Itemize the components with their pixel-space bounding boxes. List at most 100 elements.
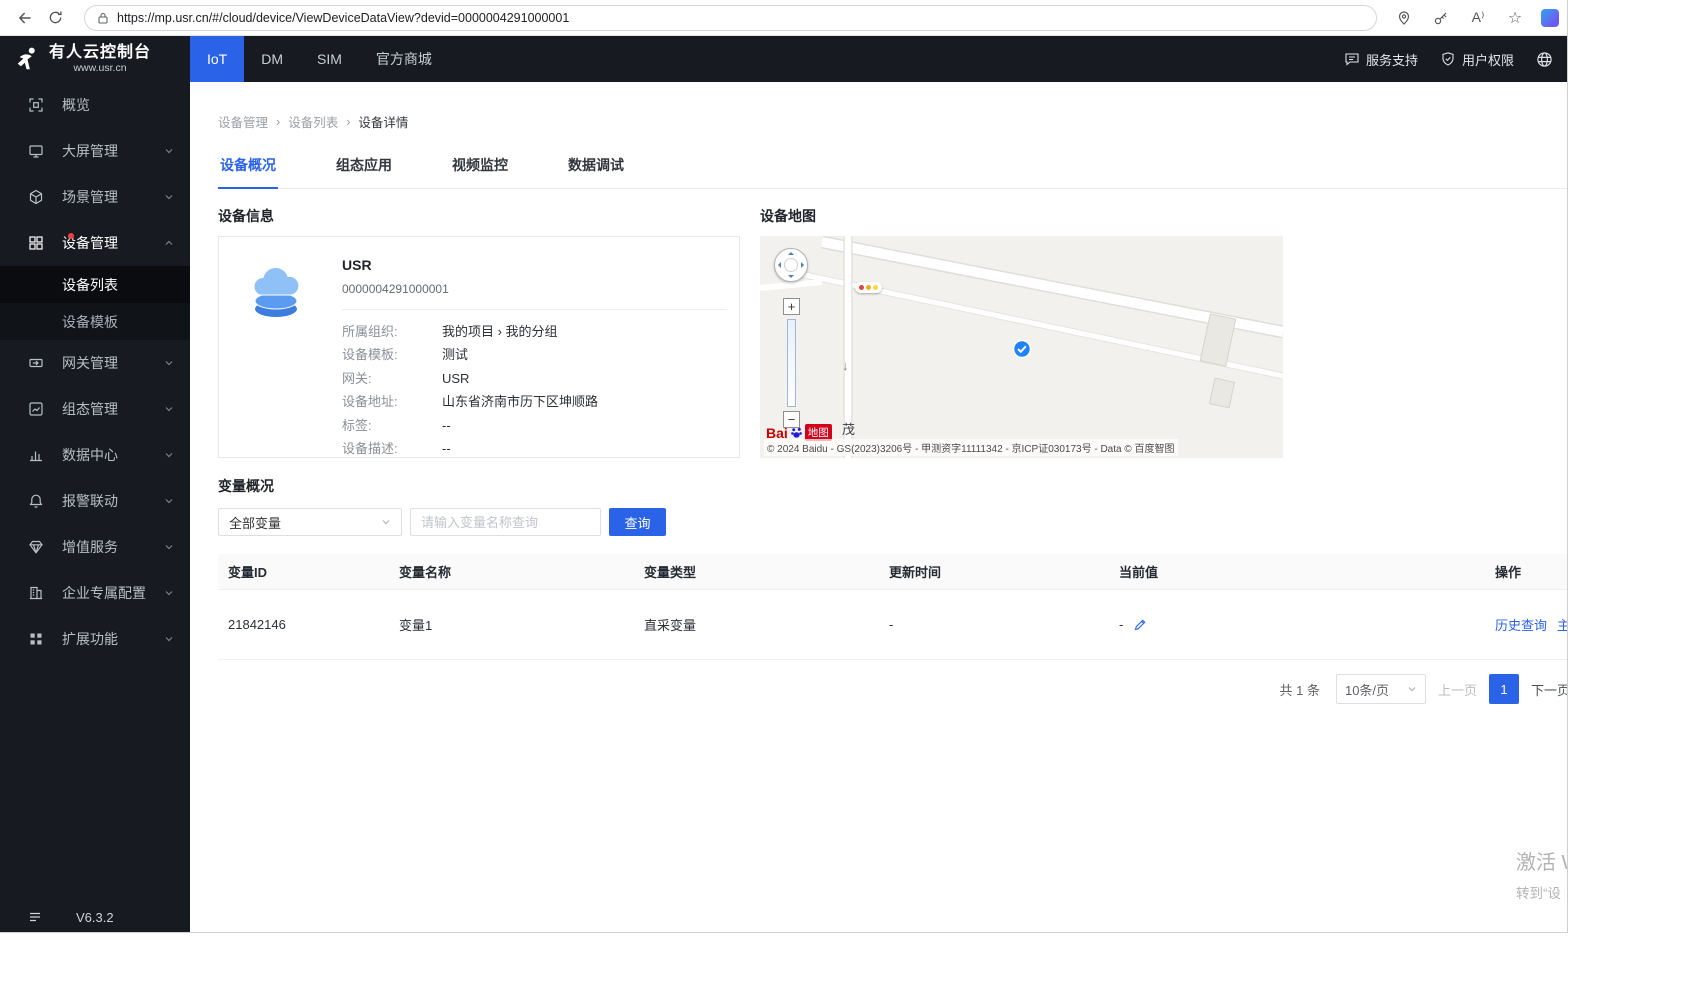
read-aloud-icon[interactable]: A⁾ xyxy=(1467,7,1489,29)
version-row: V6.3.2 xyxy=(0,903,190,931)
zoom-in-button[interactable]: + xyxy=(783,298,800,315)
breadcrumb-separator: › xyxy=(276,114,281,129)
cell-current-value: - xyxy=(1109,590,1485,659)
brand-title: 有人云控制台 xyxy=(49,44,152,61)
brand-logo[interactable]: 有人云控制台 www.usr.cn xyxy=(0,36,190,82)
active-report-link[interactable]: 主动上报 xyxy=(1557,615,1567,634)
prev-page-button[interactable]: 上一页 xyxy=(1438,680,1477,699)
copilot-icon[interactable] xyxy=(1541,8,1559,27)
device-location-marker[interactable] xyxy=(1012,339,1032,364)
sidebar-item-label: 大屏管理 xyxy=(62,143,118,159)
sidebar-item-overview[interactable]: 概览 xyxy=(0,82,190,128)
sidebar-item-enterprise-config[interactable]: 企业专属配置 xyxy=(0,570,190,616)
password-key-icon[interactable] xyxy=(1430,7,1452,29)
map-pan-control[interactable] xyxy=(774,248,808,282)
field-value: USR xyxy=(442,370,470,386)
sidebar-item-gateway-mgmt[interactable]: 网关管理 xyxy=(0,340,190,386)
sidebar-item-value-added[interactable]: 增值服务 xyxy=(0,524,190,570)
tab-data-debug[interactable]: 数据调试 xyxy=(566,155,626,188)
breadcrumb-separator: › xyxy=(346,114,351,129)
device-fields: 所属组织: 我的项目 › 我的分组 设备模板: 测试 网关: USR 设备地址: 山东省… xyxy=(342,310,727,460)
one-way-arrow-icon: ↓ xyxy=(842,358,849,373)
sidebar-item-device-mgmt[interactable]: 设备管理 xyxy=(0,220,190,266)
version-text: V6.3.2 xyxy=(76,909,114,925)
history-query-link[interactable]: 历史查询 xyxy=(1495,615,1547,634)
chevron-down-icon xyxy=(381,517,391,527)
field-value: -- xyxy=(442,417,451,433)
tab-device-overview[interactable]: 设备概况 xyxy=(218,155,278,189)
user-permission[interactable]: 用户权限 xyxy=(1440,50,1514,69)
notification-badge xyxy=(68,233,74,239)
sidebar-item-label: 数据中心 xyxy=(62,447,118,463)
tab-scada-app[interactable]: 组态应用 xyxy=(334,155,394,188)
page-size-select[interactable]: 10条/页 xyxy=(1335,674,1426,704)
sidebar: 概览 大屏管理 场景管理 设备管理 设备列表 设备模板 网关管理 组态管理 数据… xyxy=(0,82,190,932)
cell-actions: 历史查询 主动上报 xyxy=(1485,590,1567,659)
sidebar-item-label: 网关管理 xyxy=(62,355,118,371)
field-label: 所属组织: xyxy=(342,324,398,339)
overview-icon xyxy=(28,97,44,113)
query-button[interactable]: 查询 xyxy=(609,508,666,536)
top-nav-mall[interactable]: 官方商城 xyxy=(359,36,449,82)
sidebar-item-screen-mgmt[interactable]: 大屏管理 xyxy=(0,128,190,174)
extensions-grid-icon xyxy=(28,631,44,647)
variable-search-input[interactable] xyxy=(410,508,601,536)
col-current-value: 当前值 xyxy=(1119,565,1159,580)
language-globe-icon[interactable] xyxy=(1536,51,1553,68)
cell-variable-type: 直采变量 xyxy=(644,618,697,633)
sidebar-item-device-list[interactable]: 设备列表 xyxy=(0,266,190,303)
back-button[interactable] xyxy=(10,3,40,33)
device-mgmt-submenu: 设备列表 设备模板 xyxy=(0,266,190,340)
watermark-line1: 激活 W xyxy=(1516,852,1567,874)
sidebar-item-label: 场景管理 xyxy=(62,189,118,205)
field-label: 标签: xyxy=(342,417,372,433)
col-variable-id: 变量ID xyxy=(228,565,268,580)
location-icon[interactable] xyxy=(1393,7,1415,29)
next-page-button[interactable]: 下一页 xyxy=(1531,680,1567,699)
chevron-down-icon xyxy=(164,588,174,598)
variable-type-select[interactable]: 全部变量 xyxy=(218,508,402,536)
back-arrow-icon xyxy=(19,12,31,23)
edit-pencil-icon[interactable] xyxy=(1133,618,1147,632)
big-screen-icon xyxy=(28,143,44,159)
sidebar-item-label: 企业专属配置 xyxy=(62,585,146,601)
service-support[interactable]: 服务支持 xyxy=(1344,50,1418,69)
col-variable-type: 变量类型 xyxy=(644,565,697,580)
tab-video-monitor[interactable]: 视频监控 xyxy=(450,155,510,188)
top-nav-sim[interactable]: SIM xyxy=(300,36,359,82)
sidebar-item-scene-mgmt[interactable]: 场景管理 xyxy=(0,174,190,220)
field-value: 山东省济南市历下区坤顺路 xyxy=(442,394,599,410)
device-map[interactable]: + − ↓ Bai 地图 茂 © 2024 Baidu - GS(2023)32… xyxy=(760,236,1283,458)
chevron-down-icon xyxy=(164,358,174,368)
browser-window: https://mp.usr.cn/#/cloud/device/ViewDev… xyxy=(0,0,1568,933)
version-list-icon xyxy=(30,912,40,922)
table-header: 变量ID 变量名称 变量类型 更新时间 当前值 操作 xyxy=(218,554,1567,590)
page-number-1[interactable]: 1 xyxy=(1488,674,1519,704)
cell-variable-name: 变量1 xyxy=(399,618,433,633)
sidebar-item-label: 概览 xyxy=(62,97,90,113)
col-actions: 操作 xyxy=(1495,565,1522,580)
breadcrumb-device-mgmt[interactable]: 设备管理 xyxy=(218,112,268,131)
zoom-slider[interactable] xyxy=(787,319,796,407)
app-header: 有人云控制台 www.usr.cn IoT DM SIM 官方商城 服务支持 用… xyxy=(0,36,1567,82)
header-right: 服务支持 用户权限 xyxy=(1344,36,1567,82)
breadcrumb: 设备管理 › 设备列表 › 设备详情 xyxy=(218,112,1567,131)
map-copyright: © 2024 Baidu - GS(2023)3206号 - 甲测资字11111… xyxy=(764,439,1178,456)
address-bar[interactable]: https://mp.usr.cn/#/cloud/device/ViewDev… xyxy=(84,4,1377,31)
sidebar-item-device-template[interactable]: 设备模板 xyxy=(0,303,190,340)
map-place-label: 茂 xyxy=(842,422,856,437)
sidebar-item-data-center[interactable]: 数据中心 xyxy=(0,432,190,478)
sidebar-item-alarm-linkage[interactable]: 报警联动 xyxy=(0,478,190,524)
top-nav-dm[interactable]: DM xyxy=(244,36,300,82)
refresh-button[interactable] xyxy=(40,3,70,33)
browser-actions: A⁾ ☆ xyxy=(1393,7,1559,29)
top-nav: IoT DM SIM 官方商城 xyxy=(190,36,449,82)
favorites-star-icon[interactable]: ☆ xyxy=(1504,7,1526,29)
breadcrumb-device-list[interactable]: 设备列表 xyxy=(288,112,338,131)
refresh-icon xyxy=(49,11,62,24)
top-nav-iot[interactable]: IoT xyxy=(190,36,245,82)
scene-cube-icon xyxy=(28,189,44,205)
sidebar-item-config-mgmt[interactable]: 组态管理 xyxy=(0,386,190,432)
device-grid-icon xyxy=(28,235,44,251)
sidebar-item-extensions[interactable]: 扩展功能 xyxy=(0,616,190,662)
